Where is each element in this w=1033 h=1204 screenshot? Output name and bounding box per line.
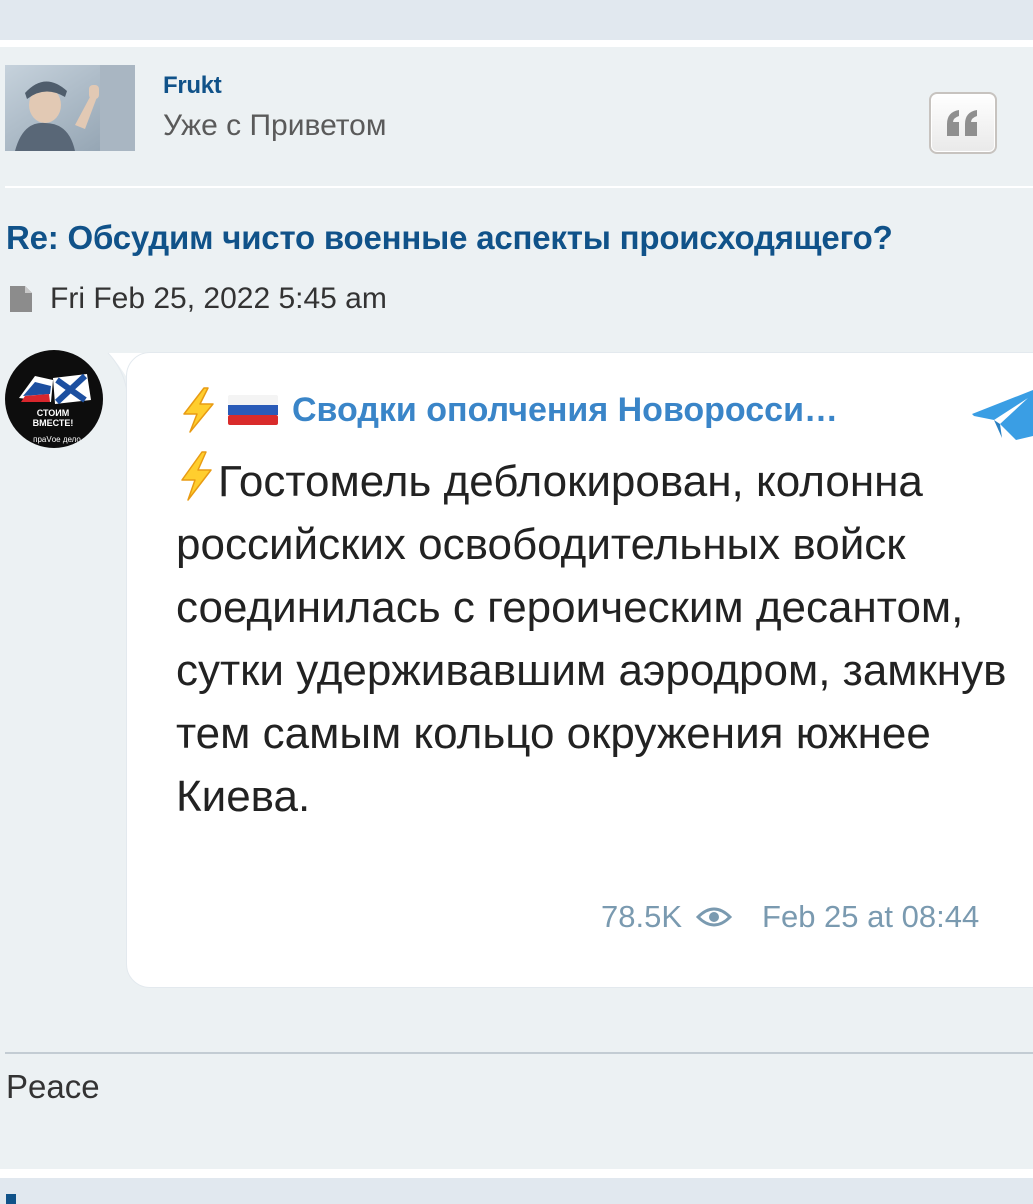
post-title[interactable]: Re: Обсудим чисто военные аспекты происх… [6,219,893,257]
telegram-message-text: Гостомель деблокирован, колонна российск… [176,457,1007,821]
channel-avatar-line3: праVое дело [33,435,81,444]
eye-icon [696,907,733,927]
post-header-divider [5,186,1033,188]
signature: Peace [6,1068,100,1105]
lightning-icon [181,451,212,501]
telegram-message: Гостомель деблокирован, колонна российск… [176,450,1033,828]
next-post-band [0,1178,1033,1204]
telegram-message-footer: 78.5K Feb 25 at 08:44 [601,899,979,935]
channel-avatar[interactable]: СТОИМ ВМЕСТЕ! праVое дело [5,350,103,448]
author-avatar[interactable] [5,65,135,151]
signature-divider [5,1052,1033,1054]
telegram-icon[interactable] [972,384,1033,442]
channel-avatar-line2: ВМЕСТЕ! [33,418,74,428]
author-username[interactable]: Frukt [163,72,222,100]
telegram-views: 78.5K [601,899,683,934]
lightning-icon [183,387,214,433]
telegram-channel-header[interactable]: Сводки ополчения Новоросси… [178,386,838,434]
post-timestamp: Fri Feb 25, 2022 5:45 am [50,282,387,315]
telegram-date[interactable]: Feb 25 at 08:44 [762,899,979,935]
top-band [0,0,1033,40]
next-post-peek [6,1194,16,1204]
quote-button[interactable] [929,92,997,154]
author-rank: Уже с Приветом [163,109,387,142]
channel-avatar-line1: СТОИМ [37,408,70,418]
quote-icon [947,110,977,136]
russian-flag-icon [228,395,278,425]
telegram-channel-name[interactable]: Сводки ополчения Новоросси… [292,391,838,430]
post-meta: Fri Feb 25, 2022 5:45 am [8,282,387,316]
document-icon[interactable] [8,284,34,314]
